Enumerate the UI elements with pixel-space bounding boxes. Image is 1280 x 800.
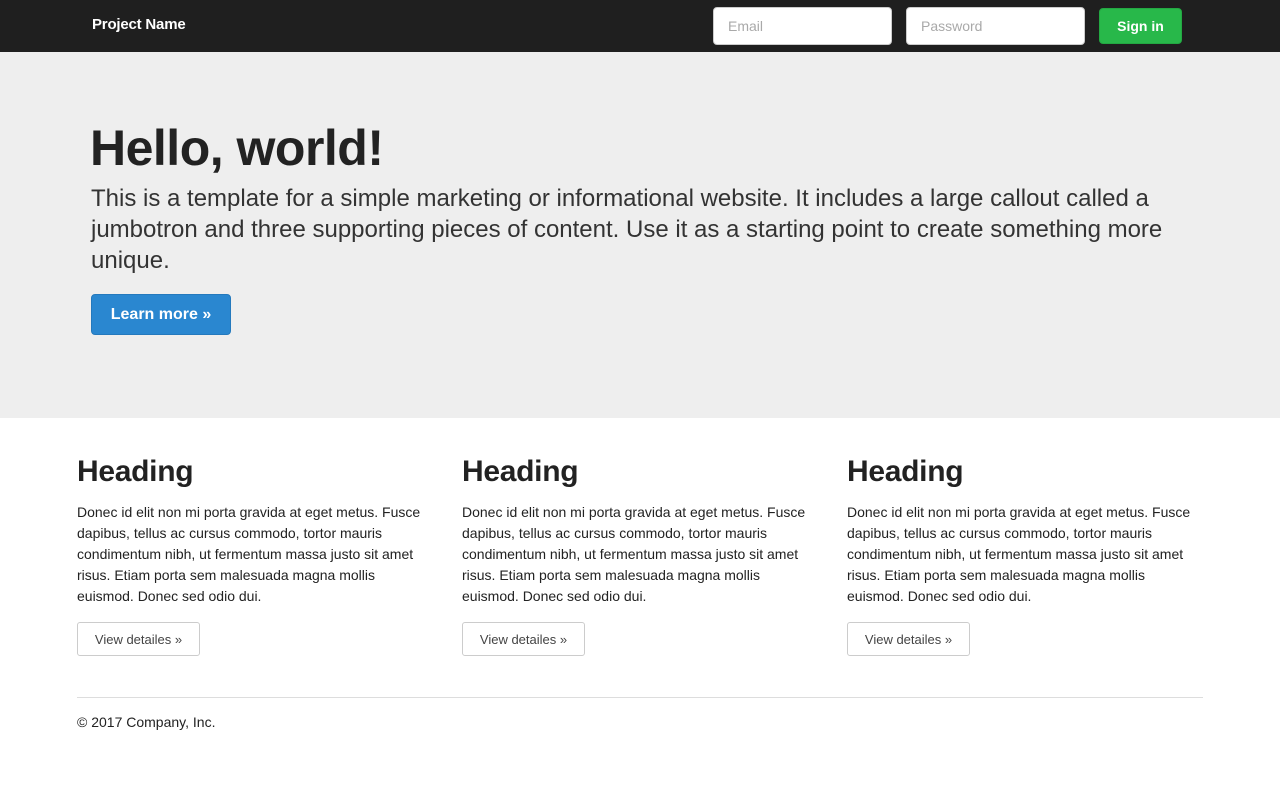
- content-column-3: Heading Donec id elit non mi porta gravi…: [847, 452, 1197, 656]
- column-heading: Heading: [462, 455, 579, 488]
- content-column-2: Heading Donec id elit non mi porta gravi…: [462, 452, 812, 656]
- learn-more-button[interactable]: Learn more »: [91, 294, 231, 335]
- column-text: Donec id elit non mi porta gravida at eg…: [77, 504, 421, 604]
- email-input[interactable]: [713, 7, 892, 45]
- footer-copyright: © 2017 Company, Inc.: [77, 714, 216, 730]
- jumbotron-lead: This is a template for a simple marketin…: [91, 185, 1163, 274]
- navbar: Project Name Sign in: [0, 0, 1280, 52]
- column-text: Donec id elit non mi porta gravida at eg…: [847, 504, 1191, 604]
- jumbotron-title: Hello, world!: [90, 120, 384, 176]
- password-input[interactable]: [906, 7, 1085, 45]
- view-details-button[interactable]: View detailes »: [462, 622, 585, 656]
- column-heading: Heading: [77, 455, 194, 488]
- content-column-1: Heading Donec id elit non mi porta gravi…: [77, 452, 427, 656]
- brand-link[interactable]: Project Name: [92, 16, 186, 33]
- footer-divider: [77, 697, 1203, 698]
- jumbotron: Hello, world! This is a template for a s…: [0, 52, 1280, 418]
- column-heading: Heading: [847, 455, 964, 488]
- view-details-button[interactable]: View detailes »: [847, 622, 970, 656]
- sign-in-button[interactable]: Sign in: [1099, 8, 1182, 44]
- column-text: Donec id elit non mi porta gravida at eg…: [462, 504, 806, 604]
- view-details-button[interactable]: View detailes »: [77, 622, 200, 656]
